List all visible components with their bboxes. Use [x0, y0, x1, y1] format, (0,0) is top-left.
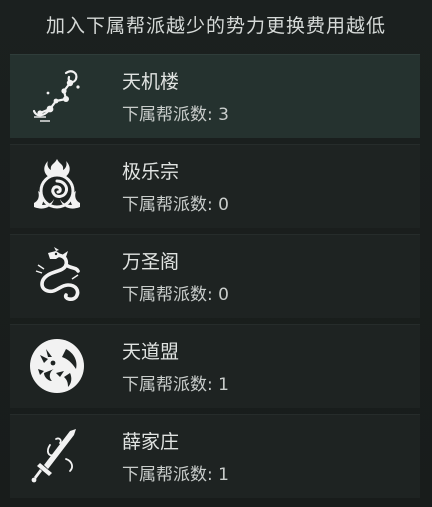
faction-row-xuejiazhuang[interactable]: 薛家庄 下属帮派数: 1 — [10, 414, 420, 498]
faction-name: 极乐宗 — [122, 161, 180, 183]
faction-selection-panel: 加入下属帮派越少的势力更换费用越低 天机楼 下属帮派数: 3 极乐宗 下属帮派数… — [0, 0, 432, 507]
faction-subgang-count: 下属帮派数: 0 — [122, 285, 229, 305]
faction-name: 薛家庄 — [122, 431, 180, 453]
faction-name: 天机楼 — [122, 71, 180, 93]
faction-row-tiandaomeng[interactable]: 天道盟 下属帮派数: 1 — [10, 324, 420, 408]
faction-subgang-count: 下属帮派数: 3 — [122, 105, 229, 125]
faction-subgang-count: 下属帮派数: 0 — [122, 195, 229, 215]
dragon-emblem-icon — [24, 243, 90, 309]
faction-row-tianjilou[interactable]: 天机楼 下属帮派数: 3 — [10, 54, 420, 138]
flame-swirl-emblem-icon — [24, 153, 90, 219]
faction-row-wanshengge[interactable]: 万圣阁 下属帮派数: 0 — [10, 234, 420, 318]
faction-row-jilezong[interactable]: 极乐宗 下属帮派数: 0 — [10, 144, 420, 228]
faction-name: 万圣阁 — [122, 251, 180, 273]
panel-header-tip: 加入下属帮派越少的势力更换费用越低 — [45, 14, 386, 37]
faction-name: 天道盟 — [122, 341, 180, 363]
constellation-emblem-icon — [24, 63, 90, 129]
sword-emblem-icon — [24, 423, 90, 489]
beast-head-emblem-icon — [24, 333, 90, 399]
faction-subgang-count: 下属帮派数: 1 — [122, 465, 229, 485]
faction-subgang-count: 下属帮派数: 1 — [122, 375, 229, 395]
